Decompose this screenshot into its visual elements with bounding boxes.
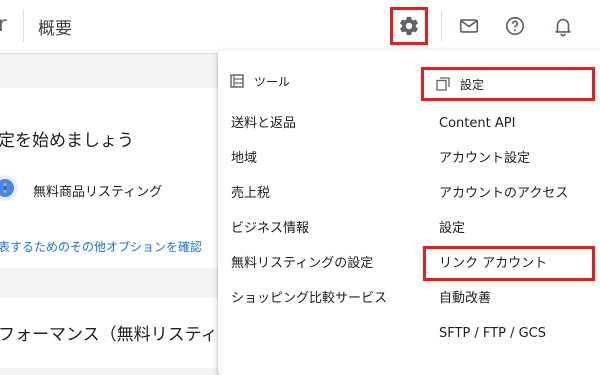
top-bar: r 概要 (0, 0, 600, 54)
notifications-bell-icon (555, 18, 571, 37)
settings-button[interactable] (390, 7, 428, 45)
menu-item-comparison-shopping[interactable]: ショッピング比較サービス (231, 281, 387, 316)
menu-item-account-settings[interactable]: アカウント設定 (423, 141, 595, 176)
tools-icon (230, 74, 244, 88)
page-title: 概要 (38, 19, 72, 39)
settings-header: 設定 (421, 67, 595, 101)
menu-item-content-api[interactable]: Content API (423, 106, 595, 141)
tools-list: 送料と返品 地域 売上税 ビジネス情報 無料リスティングの設定 ショッピング比較… (231, 106, 387, 316)
tools-header: ツール (230, 68, 290, 94)
settings-header-label: 設定 (460, 77, 485, 92)
settings-header-icon (436, 77, 450, 91)
menu-item-linked-accounts[interactable]: リンク アカウント (423, 246, 595, 281)
performance-heading: フォーマンス（無料リスティ (0, 325, 218, 345)
help-icon (505, 16, 525, 36)
settings-menu: ツール 設定 送料と返品 地域 売上税 ビジネス情報 無料リスティングの設定 シ… (218, 50, 600, 375)
tools-header-label: ツール (254, 74, 291, 89)
settings-list: Content API アカウント設定 アカウントのアクセス 設定 リンク アカ… (423, 106, 595, 351)
icon-divider (441, 11, 442, 41)
menu-item-auto-improvements[interactable]: 自動改善 (423, 281, 595, 316)
card-heading: 定を始めましょう (0, 131, 134, 151)
menu-item-free-listing-settings[interactable]: 無料リスティングの設定 (231, 246, 387, 281)
mail-icon (459, 19, 479, 33)
menu-item-sftp-ftp-gcs[interactable]: SFTP / FTP / GCS (423, 316, 595, 351)
menu-item-shipping-returns[interactable]: 送料と返品 (231, 106, 387, 141)
menu-item-regions[interactable]: 地域 (231, 141, 387, 176)
menu-item-account-access[interactable]: アカウントのアクセス (423, 176, 595, 211)
menu-item-settings[interactable]: 設定 (423, 211, 595, 246)
title-divider (23, 10, 24, 42)
help-button[interactable] (498, 9, 532, 43)
free-listing-icon (0, 173, 20, 207)
settings-gear-icon (400, 16, 418, 36)
mail-button[interactable] (452, 9, 486, 43)
free-listing-label: 無料商品リスティング (33, 185, 163, 200)
menu-item-business-info[interactable]: ビジネス情報 (231, 211, 387, 246)
menu-item-sales-tax[interactable]: 売上税 (231, 176, 387, 211)
notifications-button[interactable] (546, 9, 580, 43)
brand-name: r (0, 12, 7, 36)
more-options-link[interactable]: 表するためのその他オプションを確認 (0, 238, 202, 255)
